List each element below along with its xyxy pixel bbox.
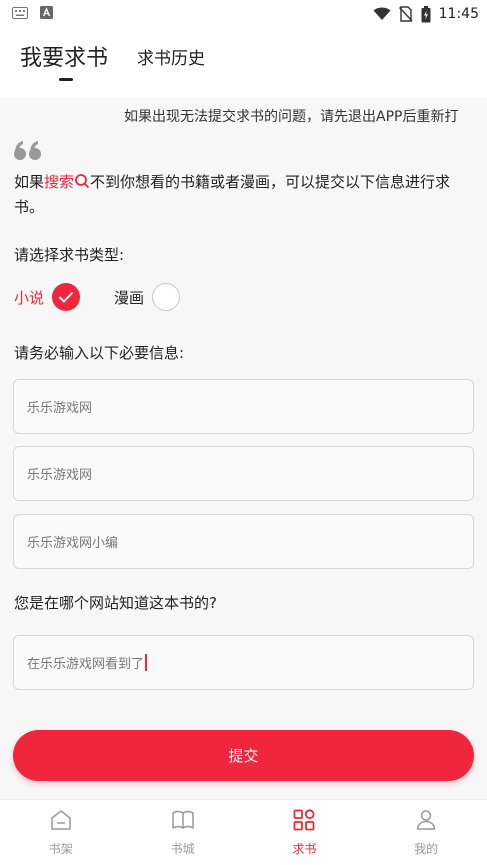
source-site-field[interactable]: 在乐乐游戏网看到了: [13, 635, 474, 690]
submit-button[interactable]: 提交: [13, 730, 474, 781]
nav-profile[interactable]: 我的: [365, 800, 487, 865]
search-link-label: 搜索: [44, 173, 75, 191]
text-cursor: [145, 654, 148, 671]
book-type-label: 请选择求书类型:: [14, 246, 125, 264]
bookshelf-icon: [51, 810, 71, 830]
status-bar: 11:45: [0, 0, 487, 28]
grid-icon: [293, 809, 315, 831]
book-open-icon: [171, 810, 194, 829]
author-value: 乐乐游戏网小编: [27, 536, 119, 551]
book-title-value: 乐乐游戏网: [27, 401, 93, 416]
status-time: 11:45: [438, 6, 479, 22]
nav-profile-label: 我的: [414, 842, 439, 856]
header: 我要求书 求书历史: [0, 28, 487, 98]
battery-icon: [421, 5, 431, 22]
notice-text: 如果出现无法提交求书的问题，请先退出APP后重新打: [124, 109, 459, 125]
status-right: 11:45: [373, 4, 479, 24]
wifi-icon: [373, 7, 391, 20]
intro-prefix: 如果: [14, 173, 45, 191]
quote-icon: [14, 141, 41, 160]
author-field[interactable]: 乐乐游戏网小编: [13, 514, 474, 569]
check-icon: [58, 291, 74, 303]
nav-bookshelf-label: 书架: [48, 842, 73, 856]
tab-request-book[interactable]: 我要求书: [20, 40, 108, 72]
request-form: 如果出现无法提交求书的问题，请先退出APP后重新打 如果搜索 不到你想看的书籍或者…: [0, 98, 487, 799]
option-comic-label[interactable]: 漫画: [114, 287, 144, 308]
book-name-value: 乐乐游戏网: [27, 468, 93, 483]
book-type-radio-group: 小说 漫画: [14, 282, 181, 312]
book-name-field[interactable]: 乐乐游戏网: [13, 446, 474, 501]
option-comic-radio[interactable]: [152, 283, 181, 311]
intro-text: 如果搜索 不到你想看的书籍或者漫画，可以提交以下信息进行求书。: [14, 170, 466, 220]
book-title-field[interactable]: 乐乐游戏网: [13, 379, 474, 434]
nav-request-book-label: 求书: [292, 842, 317, 856]
nav-bookshelf[interactable]: 书架: [0, 800, 122, 865]
source-site-label: 您是在哪个网站知道这本书的?: [14, 594, 217, 612]
keyboard-icon: [12, 6, 28, 19]
tab-request-history[interactable]: 求书历史: [137, 44, 205, 69]
source-site-value: 在乐乐游戏网看到了: [27, 657, 145, 672]
option-novel-radio[interactable]: [52, 283, 81, 311]
bottom-nav: 书架 书城 求书 我的: [0, 799, 487, 865]
nav-request-book[interactable]: 求书: [244, 800, 366, 865]
required-info-label: 请务必输入以下必要信息:: [14, 344, 185, 362]
nav-bookstore[interactable]: 书城: [122, 800, 244, 865]
status-left: [12, 6, 53, 19]
notice-marquee: 如果出现无法提交求书的问题，请先退出APP后重新打: [0, 106, 487, 128]
search-icon: [75, 174, 90, 189]
search-link[interactable]: 搜索: [44, 173, 90, 191]
submit-label: 提交: [228, 747, 259, 765]
nav-bookstore-label: 书城: [170, 842, 195, 856]
a-badge-icon: [40, 6, 53, 19]
no-sim-icon: [398, 6, 413, 22]
option-novel-label[interactable]: 小说: [14, 287, 44, 308]
tab-active-indicator: [59, 78, 73, 81]
user-icon: [416, 810, 436, 830]
